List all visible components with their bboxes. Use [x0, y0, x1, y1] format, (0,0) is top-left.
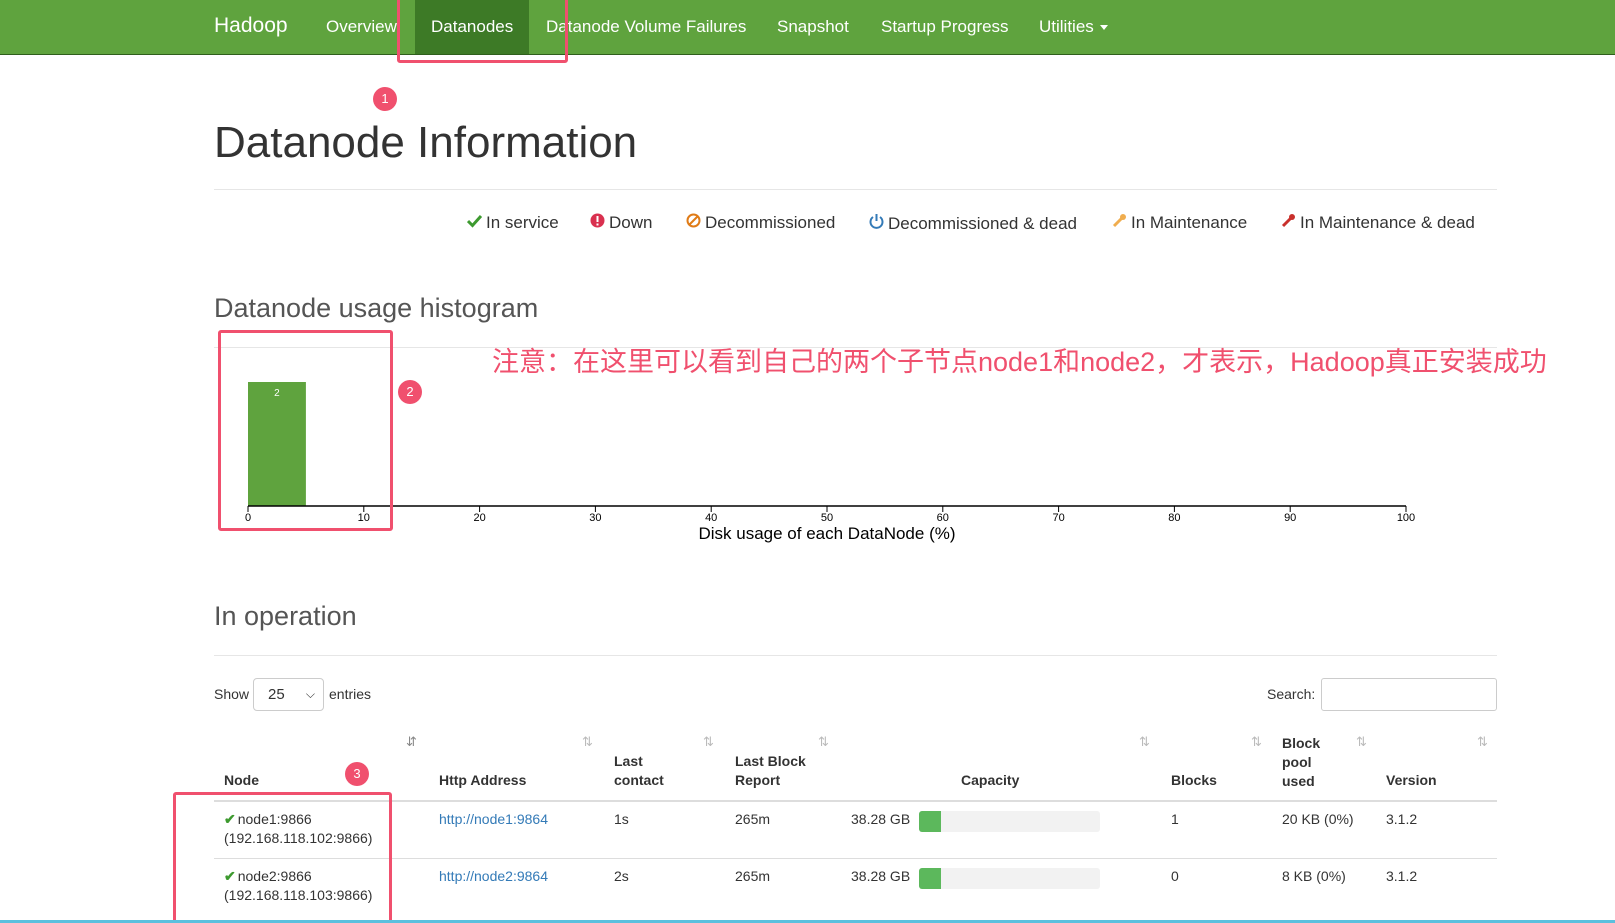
col-pool-line1: Block	[1282, 735, 1321, 751]
blocks-value: 1	[1171, 811, 1179, 827]
power-icon	[868, 213, 884, 234]
col-block-pool-used[interactable]: Block pool used	[1282, 734, 1320, 791]
col-last-block-line2: Report	[735, 772, 781, 788]
pool-used-value: 8 KB (0%)	[1282, 868, 1346, 884]
annotation-marker-3: 3	[345, 762, 369, 786]
col-pool-line2: pool	[1282, 754, 1312, 770]
sort-asc-icon[interactable]: ⇵	[406, 734, 417, 750]
legend-label: Down	[609, 213, 653, 232]
http-address-link[interactable]: http://node1:9864	[439, 810, 548, 829]
wrench-icon	[1280, 213, 1296, 233]
x-tick-label: 20	[473, 512, 485, 524]
nav-snapshot[interactable]: Snapshot	[777, 0, 849, 54]
last-block-report: 265m	[735, 868, 771, 884]
version-value: 3.1.2	[1386, 811, 1418, 827]
legend-down: Down	[589, 213, 652, 233]
entries-label: entries	[329, 686, 372, 702]
sort-icon[interactable]: ⇅	[818, 734, 829, 750]
x-tick-label: 70	[1052, 512, 1064, 524]
wrench-icon	[1111, 213, 1127, 233]
legend-label: Decommissioned	[705, 213, 836, 232]
x-tick-label: 60	[937, 512, 949, 524]
check-icon	[466, 213, 482, 233]
ban-icon	[685, 213, 701, 233]
last-contact: 2s	[614, 868, 629, 884]
search-input[interactable]	[1321, 678, 1497, 711]
annotation-marker-1: 1	[373, 87, 397, 111]
entries-select[interactable]: 25 ⌵	[253, 678, 324, 711]
version-value: 3.1.2	[1386, 868, 1418, 884]
nav-startup-progress[interactable]: Startup Progress	[881, 0, 1009, 54]
legend-label: In Maintenance	[1131, 213, 1248, 232]
page-title: Datanode Information	[214, 118, 638, 167]
chevron-down-icon: ⌵	[305, 687, 315, 701]
capacity-value: 38.28 GB	[851, 811, 911, 827]
capacity-bar	[919, 868, 1100, 889]
operation-divider	[214, 655, 1497, 656]
histogram-x-label: Disk usage of each DataNode (%)	[698, 524, 955, 543]
http-address-link[interactable]: http://node2:9864	[439, 867, 548, 886]
legend-label: In service	[486, 213, 559, 232]
capacity-bar-fill	[919, 868, 941, 889]
nav-utilities[interactable]: Utilities	[1039, 0, 1108, 54]
x-tick-label: 50	[821, 512, 833, 524]
col-pool-line3: used	[1282, 773, 1315, 789]
sort-icon[interactable]: ⇅	[1139, 734, 1150, 750]
annotation-box-2	[218, 330, 393, 531]
legend-in-maintenance-dead: In Maintenance & dead	[1280, 213, 1475, 233]
nav-datanode-volume-failures[interactable]: Datanode Volume Failures	[546, 0, 746, 54]
col-last-contact[interactable]: Last contact	[614, 752, 664, 790]
x-tick-label: 90	[1284, 512, 1296, 524]
sort-icon[interactable]: ⇅	[582, 734, 593, 750]
table-header-border	[214, 800, 1497, 802]
legend-label: In Maintenance & dead	[1300, 213, 1475, 232]
title-divider	[214, 189, 1497, 190]
pool-used-value: 20 KB (0%)	[1282, 811, 1354, 827]
x-tick-label: 30	[589, 512, 601, 524]
entries-select-value: 25	[268, 686, 285, 703]
legend-label: Decommissioned & dead	[888, 214, 1077, 233]
sort-icon[interactable]: ⇅	[1356, 734, 1367, 750]
legend-decommissioned: Decommissioned	[685, 213, 835, 233]
sort-icon[interactable]: ⇅	[703, 734, 714, 750]
capacity-bar	[919, 811, 1100, 832]
x-tick-label: 80	[1168, 512, 1180, 524]
col-last-contact-line1: Last	[614, 753, 643, 769]
col-last-contact-line2: contact	[614, 772, 664, 788]
col-http-address[interactable]: Http Address	[439, 771, 526, 790]
caret-down-icon	[1099, 25, 1108, 31]
blocks-value: 0	[1171, 868, 1179, 884]
legend-decommissioned-dead: Decommissioned & dead	[868, 213, 1077, 234]
legend-in-maintenance: In Maintenance	[1111, 213, 1247, 233]
annotation-note: 注意：在这里可以看到自己的两个子节点node1和node2，才表示，Hadoop…	[492, 347, 1547, 377]
annotation-marker-2: 2	[398, 380, 422, 404]
col-last-block-line1: Last Block	[735, 753, 806, 769]
sort-icon[interactable]: ⇅	[1251, 734, 1262, 750]
annotation-box-1	[397, 0, 568, 63]
row-divider	[214, 858, 1497, 859]
col-version[interactable]: Version	[1386, 771, 1437, 790]
exclamation-circle-icon	[589, 213, 605, 233]
col-node[interactable]: Node	[224, 771, 259, 790]
show-label: Show	[214, 686, 250, 702]
capacity-value: 38.28 GB	[851, 868, 911, 884]
search-label: Search:	[1267, 686, 1316, 702]
sort-icon[interactable]: ⇅	[1477, 734, 1488, 750]
col-last-block-report[interactable]: Last Block Report	[735, 752, 806, 790]
nav-utilities-label: Utilities	[1039, 17, 1094, 36]
last-contact: 1s	[614, 811, 629, 827]
col-blocks[interactable]: Blocks	[1171, 771, 1217, 790]
nav-overview[interactable]: Overview	[326, 0, 397, 54]
annotation-box-3	[173, 792, 392, 923]
navbar: Hadoop Overview Datanodes Datanode Volum…	[0, 0, 1615, 55]
operation-heading: In operation	[214, 601, 357, 631]
legend-in-service: In service	[466, 213, 559, 233]
col-capacity[interactable]: Capacity	[961, 771, 1019, 790]
histogram-heading: Datanode usage histogram	[214, 293, 539, 323]
capacity-bar-fill	[919, 811, 941, 832]
x-tick-label: 100	[1397, 512, 1415, 524]
last-block-report: 265m	[735, 811, 771, 827]
brand-logo[interactable]: Hadoop	[214, 14, 288, 38]
x-tick-label: 40	[705, 512, 717, 524]
